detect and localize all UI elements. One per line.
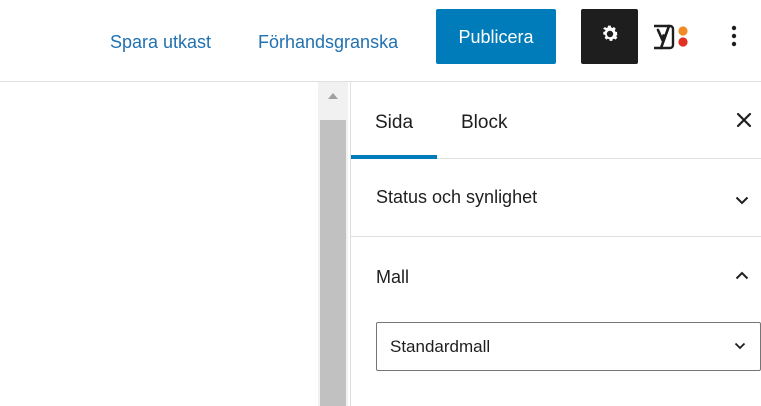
gear-icon: [599, 23, 621, 50]
tab-sida[interactable]: Sida: [351, 82, 437, 159]
more-options-button[interactable]: [722, 18, 746, 58]
editor-canvas[interactable]: [0, 82, 318, 406]
chevron-down-icon: [731, 337, 749, 355]
panel-title[interactable]: Mall: [376, 267, 409, 288]
tab-label: Block: [461, 112, 508, 133]
settings-button[interactable]: [581, 9, 638, 64]
chevron-up-icon[interactable]: [731, 264, 753, 286]
editor-header-toolbar: Spara utkast Förhandsgranska Publicera: [0, 0, 761, 82]
settings-sidebar: Sida Block Status och synlighet Mall Sta…: [350, 82, 761, 406]
yoast-seo-button[interactable]: [649, 18, 695, 58]
panel-status-visibility[interactable]: Status och synlighet: [351, 159, 761, 237]
panel-title: Status och synlighet: [376, 187, 538, 207]
preview-button[interactable]: Förhandsgranska: [258, 22, 398, 62]
close-sidebar-button[interactable]: [732, 110, 756, 134]
sidebar-tabs: Sida Block: [351, 82, 761, 159]
scroll-up-arrow-icon[interactable]: [318, 82, 348, 110]
panel-template: Mall Standardmall: [351, 237, 761, 406]
publish-button[interactable]: Publicera: [436, 9, 556, 64]
template-select[interactable]: Standardmall: [376, 322, 761, 371]
scrollbar-thumb[interactable]: [320, 120, 346, 406]
chevron-down-icon: [731, 189, 753, 211]
vertical-ellipsis-icon: [731, 25, 737, 52]
tab-block[interactable]: Block: [461, 82, 507, 158]
close-icon: [736, 112, 752, 133]
yoast-seo-icon: [649, 20, 695, 57]
save-draft-button[interactable]: Spara utkast: [110, 22, 211, 62]
editor-scrollbar[interactable]: [318, 82, 348, 406]
tab-label: Sida: [374, 112, 414, 133]
template-select-value: Standardmall: [390, 337, 491, 356]
